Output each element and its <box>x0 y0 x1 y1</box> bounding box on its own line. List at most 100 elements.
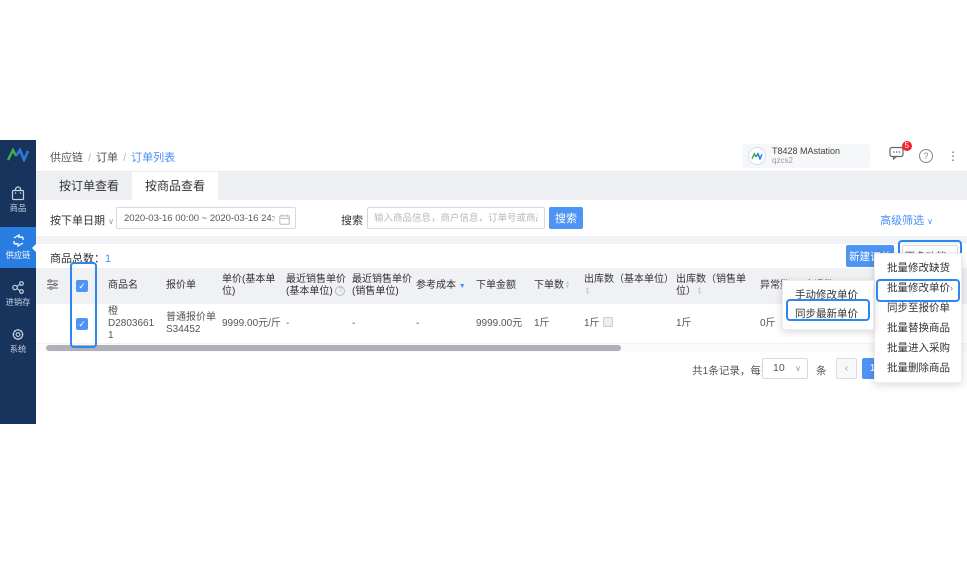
menu-item-sync-to-quote[interactable]: 同步至报价单 <box>875 298 961 318</box>
cell-order-amount: 9999.00元 <box>476 318 534 330</box>
pagination-unit: 条 <box>816 363 827 378</box>
submenu-item-sync-latest-price[interactable]: 同步最新单价 <box>783 305 873 324</box>
menu-item-batch-replace-product[interactable]: 批量替换商品 <box>875 318 961 338</box>
filter-sliders-icon <box>46 279 59 290</box>
breadcrumb: 供应链 / 订单 / 订单列表 <box>50 149 175 165</box>
screenshot-canvas: 商品 供应链 进销存 <box>0 0 967 566</box>
top-bar-icons: 5 ? ⋮ <box>889 146 959 165</box>
col-ref-cost[interactable]: 参考成本 ▼ <box>416 280 476 293</box>
sidebar-item-system[interactable]: 系统 <box>0 321 36 362</box>
cell-quote: 普通报价单 S34452 <box>166 312 222 336</box>
sidebar-item-products[interactable]: 商品 <box>0 180 36 221</box>
view-tabs: 按订单查看 按商品查看 <box>36 172 967 200</box>
col-order-qty[interactable]: 下单数▲▼ <box>534 280 584 292</box>
col-order-amount[interactable]: 下单金额 <box>476 280 534 292</box>
user-name: T8428 MAstation <box>772 146 840 156</box>
search-input[interactable] <box>367 207 545 229</box>
modify-price-submenu: 手动修改单价 同步最新单价 <box>782 280 874 330</box>
sidebar: 商品 供应链 进销存 <box>0 140 36 424</box>
cell-product-name: 橙 D2803661 1 <box>108 306 166 342</box>
tab-by-order[interactable]: 按订单查看 <box>46 172 132 200</box>
breadcrumb-order-list: 订单列表 <box>131 152 175 164</box>
search-label: 搜索 <box>341 212 363 228</box>
breadcrumb-separator: / <box>123 152 126 164</box>
cell-ref-cost: - <box>416 318 476 330</box>
col-recent-price-sale[interactable]: 最近销售单价 (销售单位) <box>352 274 416 298</box>
sidebar-item-label: 供应链 <box>1 250 34 260</box>
column-settings-button[interactable] <box>46 279 76 294</box>
product-total-value: 1 <box>105 253 111 265</box>
section-divider <box>36 236 967 244</box>
more-actions-menu: 批量修改缺货 批量修改单价› 同步至报价单 批量替换商品 批量进入采购 批量删除… <box>874 253 962 383</box>
info-icon[interactable]: ? <box>335 286 345 296</box>
chevron-down-icon: ∨ <box>927 217 933 226</box>
prev-page-button[interactable]: ‹ <box>836 358 857 379</box>
pagination-summary: 共1条记录，每页 <box>692 363 771 378</box>
calendar-icon[interactable] <box>279 212 290 230</box>
cell-recent-price-sale: - <box>352 318 416 330</box>
breadcrumb-orders[interactable]: 订单 <box>96 152 118 164</box>
submenu-item-manual-modify-price[interactable]: 手动修改单价 <box>783 286 873 305</box>
row-checkbox[interactable]: ✓ <box>76 318 88 330</box>
col-unit-price-base[interactable]: 单价(基本单位) <box>222 274 286 298</box>
menu-item-batch-modify-price[interactable]: 批量修改单价› <box>875 278 961 298</box>
kebab-menu-button[interactable]: ⋮ <box>947 149 959 163</box>
user-account-chip[interactable]: T8428 MAstation qzcs2 <box>742 144 870 168</box>
sidebar-item-label: 进销存 <box>1 297 34 307</box>
row-select-cell: ✓ <box>76 306 108 342</box>
sort-icon[interactable]: ▲▼ <box>697 287 702 295</box>
chevron-down-icon: ∨ <box>108 217 114 226</box>
avatar <box>748 147 766 165</box>
main-area: 供应链 / 订单 / 订单列表 T8428 MAstation qzcs2 <box>36 140 967 424</box>
sort-icon[interactable]: ▲▼ <box>585 287 590 295</box>
search-button[interactable]: 搜索 <box>549 207 583 229</box>
cell-outbound-sale: 1斤 <box>676 318 760 330</box>
date-range-input[interactable] <box>116 207 296 229</box>
share-nodes-icon <box>10 280 26 295</box>
date-type-dropdown[interactable]: 按下单日期 ∨ <box>50 212 114 228</box>
edit-qty-icon[interactable] <box>603 317 613 327</box>
help-button[interactable]: ? <box>919 149 933 163</box>
advanced-filter-link[interactable]: 高级筛选 ∨ <box>880 212 933 228</box>
select-all-cell: ✓ <box>76 280 108 292</box>
horizontal-scrollbar-thumb[interactable] <box>46 345 621 351</box>
menu-item-batch-to-purchase[interactable]: 批量进入采购 <box>875 338 961 358</box>
col-product-name[interactable]: 商品名 <box>108 280 166 292</box>
col-quote[interactable]: 报价单 <box>166 280 222 292</box>
cell-order-qty: 1斤 <box>534 318 584 330</box>
supply-chain-icon <box>10 233 27 248</box>
table-toolbar: 商品总数：1 新建订单 更多功能 ∧ <box>36 244 967 268</box>
shopping-bag-icon <box>10 186 26 201</box>
sidebar-item-label: 系统 <box>1 344 34 354</box>
message-count-badge: 5 <box>902 141 912 151</box>
messages-button[interactable]: 5 <box>889 146 905 165</box>
brand-logo-icon <box>0 140 36 168</box>
sidebar-item-supply-chain[interactable]: 供应链 <box>0 227 36 268</box>
col-outbound-sale[interactable]: 出库数（销售单位）▲▼ <box>676 274 760 298</box>
breadcrumb-separator: / <box>88 152 91 164</box>
dropdown-caret-icon[interactable]: ▼ <box>459 283 466 290</box>
page-size-select[interactable]: 10∨ <box>762 358 808 379</box>
filter-row: 按下单日期 ∨ 搜索 搜索 高级筛选 ∨ <box>36 200 967 236</box>
top-bar: 供应链 / 订单 / 订单列表 T8428 MAstation qzcs2 <box>36 140 967 172</box>
col-recent-price-base[interactable]: 最近销售单价 (基本单位) ? <box>286 274 352 298</box>
user-subname: qzcs2 <box>772 156 840 166</box>
user-name-block: T8428 MAstation qzcs2 <box>772 146 840 166</box>
sort-icon[interactable]: ▲▼ <box>565 281 570 289</box>
submenu-arrow-icon: › <box>950 278 953 298</box>
col-outbound-base[interactable]: 出库数（基本单位）▲▼ <box>584 274 676 298</box>
tab-by-product[interactable]: 按商品查看 <box>132 172 218 200</box>
cell-unit-price-base: 9999.00元/斤 <box>222 318 286 330</box>
cell-recent-price-base: - <box>286 318 352 330</box>
product-total-count: 商品总数：1 <box>50 250 111 266</box>
breadcrumb-supply-chain[interactable]: 供应链 <box>50 152 83 164</box>
select-all-checkbox[interactable]: ✓ <box>76 280 88 292</box>
horizontal-scrollbar-track[interactable] <box>36 344 967 352</box>
app-window: 商品 供应链 进销存 <box>0 140 967 424</box>
pagination: 共1条记录，每页 10∨ 条 ‹ 1 <box>36 354 967 384</box>
menu-item-batch-delete-product[interactable]: 批量删除商品 <box>875 358 961 378</box>
cell-outbound-base: 1斤 <box>584 317 676 330</box>
sidebar-item-inventory[interactable]: 进销存 <box>0 274 36 315</box>
menu-item-batch-modify-shortage[interactable]: 批量修改缺货 <box>875 258 961 278</box>
gear-icon <box>10 327 26 342</box>
